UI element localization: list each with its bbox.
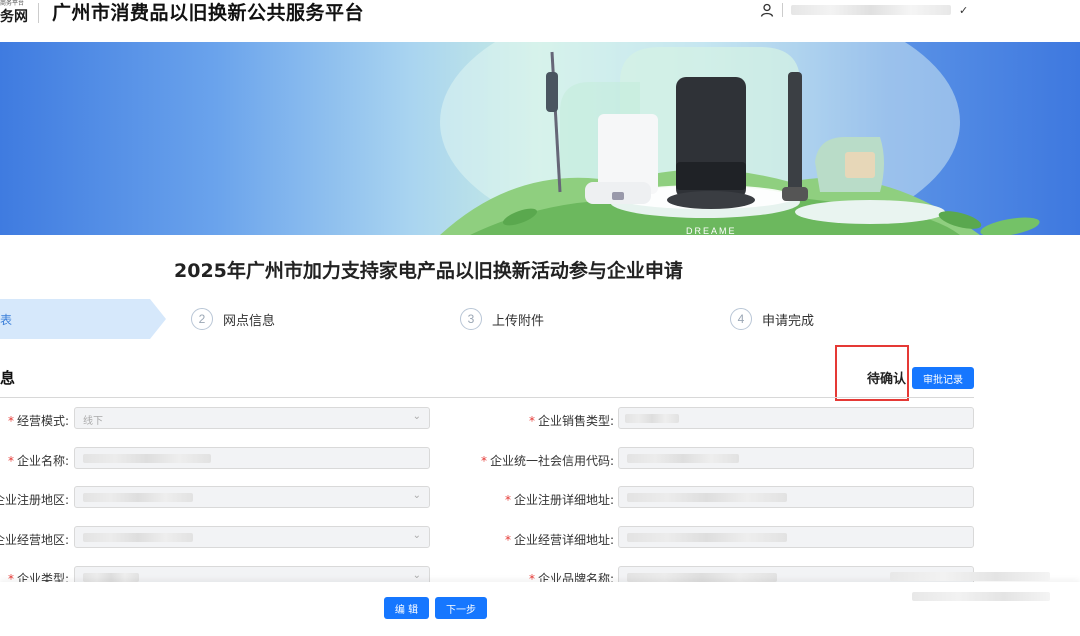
reg-region-select[interactable]: ⌄ [74, 486, 430, 508]
step-2-number: 2 [191, 308, 213, 330]
chevron-down-icon: ⌄ [412, 490, 421, 501]
sales-type-field[interactable] [618, 407, 974, 429]
footer-action-bar [0, 582, 1080, 636]
edit-button[interactable]: 编 辑 [384, 597, 429, 619]
user-separator [782, 3, 783, 17]
chevron-down-icon[interactable]: ✓ [959, 4, 968, 17]
promo-banner: DREAME [0, 42, 1080, 235]
op-region-label: *企业经营地区: [0, 533, 69, 547]
step-2-label: 网点信息 [223, 313, 276, 329]
chevron-down-icon: ⌄ [412, 530, 421, 541]
logo-text[interactable]: 务网 [0, 6, 28, 26]
banner-illustration: DREAME [440, 42, 1040, 235]
top-header: 商务平台 务网 广州市消费品以旧换新公共服务平台 ✓ [0, 0, 1080, 42]
user-menu[interactable]: ✓ [760, 0, 968, 20]
section-divider [0, 397, 974, 398]
status-badge: 待确认 [867, 372, 907, 387]
business-mode-value: 线下 [83, 416, 103, 427]
step-4[interactable]: 4 申请完成 [730, 308, 814, 330]
redacted-value [627, 454, 739, 463]
redacted-value [627, 573, 777, 582]
step-2[interactable]: 2 网点信息 [191, 308, 275, 330]
section-title: 息 [0, 369, 16, 387]
credit-code-label: * 企业统一社会信用代码: [480, 454, 614, 468]
chevron-down-icon: ⌄ [412, 570, 421, 581]
banner-brand-text: DREAME [686, 226, 737, 235]
redacted-value [83, 493, 193, 502]
site-title: 广州市消费品以旧换新公共服务平台 [52, 2, 365, 24]
company-name-label: * 企业名称: [7, 454, 69, 468]
user-icon [760, 3, 774, 17]
op-address-field[interactable] [618, 526, 974, 548]
step-4-number: 4 [730, 308, 752, 330]
op-region-select[interactable]: ⌄ [74, 526, 430, 548]
redacted-value [625, 414, 679, 423]
step-3[interactable]: 3 上传附件 [460, 308, 544, 330]
step-3-number: 3 [460, 308, 482, 330]
approval-record-button[interactable]: 审批记录 [912, 367, 974, 389]
step-4-label: 申请完成 [762, 313, 815, 329]
redacted-value [83, 573, 139, 582]
step-3-label: 上传附件 [492, 313, 545, 329]
chevron-down-icon: ⌄ [412, 411, 421, 422]
redacted-value [83, 454, 211, 463]
business-mode-label: * 经营模式: [7, 414, 69, 428]
op-address-label: * 企业经营详细地址: [504, 533, 614, 547]
redacted-value [627, 493, 787, 502]
sales-type-label: * 企业销售类型: [528, 414, 614, 428]
reg-address-field[interactable] [618, 486, 974, 508]
step-1-label: 表 [0, 313, 13, 327]
page-title: 2025年广州市加力支持家电产品以旧换新活动参与企业申请 [174, 260, 683, 282]
credit-code-field[interactable] [618, 447, 974, 469]
business-mode-select[interactable]: 线下 ⌄ [74, 407, 430, 429]
step-1-active[interactable] [0, 299, 166, 339]
redacted-overlay [890, 572, 1050, 581]
company-name-field[interactable] [74, 447, 430, 469]
reg-address-label: * 企业注册详细地址: [504, 493, 614, 507]
reg-region-label: *企业注册地区: [0, 493, 69, 507]
progress-steps: 表 2 网点信息 3 上传附件 4 申请完成 [0, 299, 1080, 339]
user-name-redacted [791, 5, 951, 15]
next-step-button[interactable]: 下一步 [435, 597, 487, 619]
header-divider [38, 3, 39, 23]
redacted-value [83, 533, 193, 542]
redacted-value [627, 533, 787, 542]
redacted-overlay [912, 592, 1050, 601]
